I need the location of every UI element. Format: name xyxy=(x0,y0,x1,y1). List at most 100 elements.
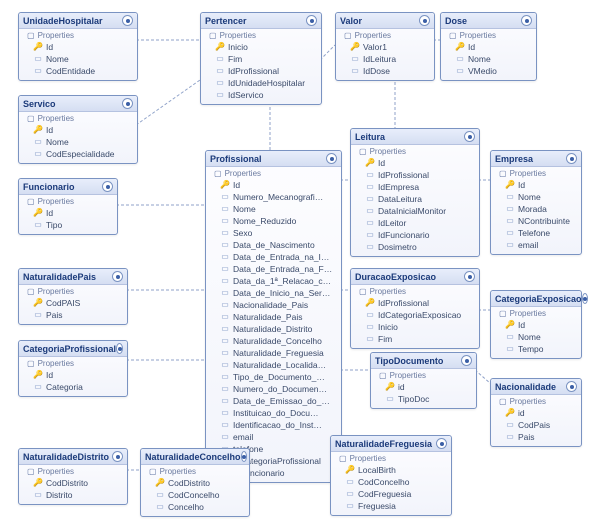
property-item[interactable]: 🔑Id xyxy=(220,179,337,191)
property-item[interactable]: ▭Naturalidade_Pais xyxy=(220,311,337,323)
entity-header[interactable]: NaturalidadePais xyxy=(19,269,127,285)
property-item[interactable]: ▭NContribuinte xyxy=(505,215,577,227)
property-item[interactable]: ▭Fim xyxy=(365,333,475,345)
entity-empresa[interactable]: EmpresaProperties🔑Id▭Nome▭Morada▭NContri… xyxy=(490,150,582,255)
property-item[interactable]: 🔑Id xyxy=(455,41,532,53)
property-item[interactable]: ▭Categoria xyxy=(33,381,123,393)
entity-header[interactable]: Nacionalidade xyxy=(491,379,581,395)
property-item[interactable]: ▭Naturalidade_Freguesia xyxy=(220,347,337,359)
property-item[interactable]: ▭Nome_Reduzido xyxy=(220,215,337,227)
entity-header[interactable]: NaturalidadeDistrito xyxy=(19,449,127,465)
pin-icon[interactable] xyxy=(112,451,123,462)
property-item[interactable]: ▭Naturalidade_Concelho xyxy=(220,335,337,347)
pin-icon[interactable] xyxy=(566,381,577,392)
property-item[interactable]: ▭IdCategoriaExposicao xyxy=(365,309,475,321)
property-item[interactable]: ▭CodFreguesia xyxy=(345,488,447,500)
property-item[interactable]: ▭Nome xyxy=(505,191,577,203)
pin-icon[interactable] xyxy=(326,153,337,164)
pin-icon[interactable] xyxy=(464,131,475,142)
property-item[interactable]: ▭CodPais xyxy=(505,419,577,431)
entity-header[interactable]: Valor xyxy=(336,13,434,29)
property-item[interactable]: 🔑LocalBirth xyxy=(345,464,447,476)
property-item[interactable]: 🔑CodDistrito xyxy=(155,477,245,489)
entity-header[interactable]: UnidadeHospitalar xyxy=(19,13,137,29)
property-item[interactable]: 🔑Inicio xyxy=(215,41,317,53)
entity-tipoDocumento[interactable]: TipoDocumentoProperties🔑id▭TipoDoc xyxy=(370,352,477,409)
pin-icon[interactable] xyxy=(464,271,475,282)
pin-icon[interactable] xyxy=(582,293,588,304)
property-item[interactable]: ▭Data_de_Entrada_na_I… xyxy=(220,251,337,263)
property-item[interactable]: ▭Fim xyxy=(215,53,317,65)
property-item[interactable]: 🔑IdProfissional xyxy=(365,297,475,309)
entity-valor[interactable]: ValorProperties🔑Valor1▭IdLeitura▭IdDose xyxy=(335,12,435,81)
property-item[interactable]: 🔑Id xyxy=(505,319,577,331)
property-item[interactable]: ▭Instituicao_do_Docu… xyxy=(220,407,337,419)
property-item[interactable]: 🔑Valor1 xyxy=(350,41,430,53)
property-item[interactable]: ▭Distrito xyxy=(33,489,123,501)
entity-duracaoExposicao[interactable]: DuracaoExposicaoProperties🔑IdProfissiona… xyxy=(350,268,480,349)
pin-icon[interactable] xyxy=(122,98,133,109)
property-item[interactable]: ▭Nome xyxy=(33,53,133,65)
entity-header[interactable]: Servico xyxy=(19,96,137,112)
property-item[interactable]: ▭Concelho xyxy=(155,501,245,513)
property-item[interactable]: ▭IdServico xyxy=(215,89,317,101)
entity-nacionalidade[interactable]: NacionalidadeProperties🔑id▭CodPais▭Pais xyxy=(490,378,582,447)
entity-header[interactable]: Profissional xyxy=(206,151,341,167)
pin-icon[interactable] xyxy=(122,15,133,26)
property-item[interactable]: ▭Nome xyxy=(33,136,133,148)
property-item[interactable]: ▭IdProfissional xyxy=(215,65,317,77)
pin-icon[interactable] xyxy=(241,451,247,462)
pin-icon[interactable] xyxy=(306,15,317,26)
entity-header[interactable]: Pertencer xyxy=(201,13,321,29)
property-item[interactable]: ▭Dosimetro xyxy=(365,241,475,253)
entity-categoriaProfissional[interactable]: CategoriaProfissionalProperties🔑Id▭Categ… xyxy=(18,340,128,397)
entity-servico[interactable]: ServicoProperties🔑Id▭Nome▭CodEspecialida… xyxy=(18,95,138,164)
property-item[interactable]: 🔑Id xyxy=(33,41,133,53)
entity-unidadeHospitalar[interactable]: UnidadeHospitalarProperties🔑Id▭Nome▭CodE… xyxy=(18,12,138,81)
property-item[interactable]: 🔑id xyxy=(385,381,472,393)
property-item[interactable]: ▭CodConcelho xyxy=(345,476,447,488)
pin-icon[interactable] xyxy=(102,181,113,192)
entity-header[interactable]: TipoDocumento xyxy=(371,353,476,369)
property-item[interactable]: ▭Nome xyxy=(455,53,532,65)
property-item[interactable]: ▭Data_de_Emissao_do_… xyxy=(220,395,337,407)
property-item[interactable]: ▭TipoDoc xyxy=(385,393,472,405)
property-item[interactable]: ▭Data_de_Entrada_na_F… xyxy=(220,263,337,275)
property-item[interactable]: ▭IdUnidadeHospitalar xyxy=(215,77,317,89)
property-item[interactable]: ▭Data_de_Nascimento xyxy=(220,239,337,251)
property-item[interactable]: ▭DataInicialMonitor xyxy=(365,205,475,217)
pin-icon[interactable] xyxy=(419,15,430,26)
property-item[interactable]: ▭Morada xyxy=(505,203,577,215)
pin-icon[interactable] xyxy=(521,15,532,26)
pin-icon[interactable] xyxy=(566,153,577,164)
property-item[interactable]: 🔑id xyxy=(505,407,577,419)
property-item[interactable]: ▭Identificacao_do_Inst… xyxy=(220,419,337,431)
property-item[interactable]: ▭Naturalidade_Localida… xyxy=(220,359,337,371)
pin-icon[interactable] xyxy=(112,271,123,282)
entity-header[interactable]: NaturalidadeConcelho xyxy=(141,449,249,465)
entity-header[interactable]: Empresa xyxy=(491,151,581,167)
property-item[interactable]: ▭Inicio xyxy=(365,321,475,333)
property-item[interactable]: ▭IdFuncionario xyxy=(365,229,475,241)
property-item[interactable]: ▭Sexo xyxy=(220,227,337,239)
entity-header[interactable]: DuracaoExposicao xyxy=(351,269,479,285)
property-item[interactable]: ▭Pais xyxy=(33,309,123,321)
property-item[interactable]: ▭Tipo_de_Documento_… xyxy=(220,371,337,383)
property-item[interactable]: ▭Pais xyxy=(505,431,577,443)
property-item[interactable]: ▭CodConcelho xyxy=(155,489,245,501)
property-item[interactable]: ▭Numero_Mecanografi… xyxy=(220,191,337,203)
pin-icon[interactable] xyxy=(116,343,123,354)
pin-icon[interactable] xyxy=(461,355,472,366)
entity-header[interactable]: NaturalidadeFreguesia xyxy=(331,436,451,452)
entity-naturalidadeDistrito[interactable]: NaturalidadeDistritoProperties🔑CodDistri… xyxy=(18,448,128,505)
property-item[interactable]: ▭CodEspecialidade xyxy=(33,148,133,160)
property-item[interactable]: 🔑Id xyxy=(33,207,113,219)
entity-dose[interactable]: DoseProperties🔑Id▭Nome▭VMedio xyxy=(440,12,537,81)
property-item[interactable]: ▭VMedio xyxy=(455,65,532,77)
property-item[interactable]: ▭IdDose xyxy=(350,65,430,77)
entity-funcionario[interactable]: FuncionarioProperties🔑Id▭Tipo xyxy=(18,178,118,235)
property-item[interactable]: ▭Freguesia xyxy=(345,500,447,512)
property-item[interactable]: ▭Nome xyxy=(220,203,337,215)
pin-icon[interactable] xyxy=(436,438,447,449)
property-item[interactable]: ▭IdLeitura xyxy=(350,53,430,65)
